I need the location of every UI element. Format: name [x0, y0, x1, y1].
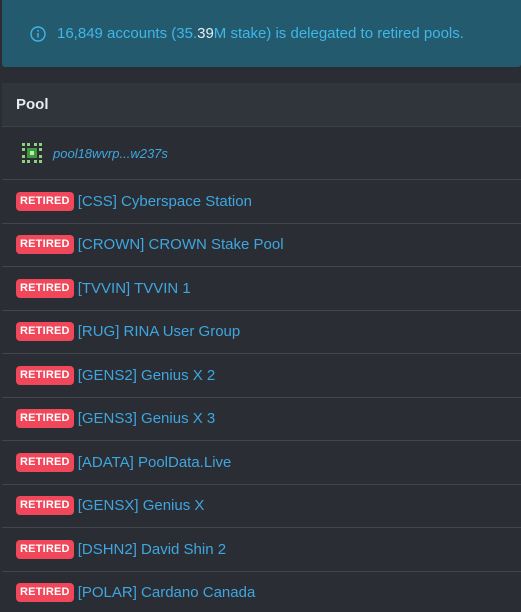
- retired-badge: RETIRED: [16, 278, 74, 298]
- alert-text-before: 16,849 accounts (35.: [57, 25, 198, 42]
- info-icon: [30, 25, 46, 42]
- page: 16,849 accounts (35.39M stake) is delega…: [0, 0, 521, 612]
- pool-name-link[interactable]: [RUG] RINA User Group: [78, 323, 241, 340]
- pool-name-link[interactable]: [GENS2] Genius X 2: [78, 367, 216, 384]
- pool-name-link[interactable]: [GENSX] Genius X: [78, 497, 205, 514]
- table-row: pool18wvrp...w237s: [2, 127, 521, 180]
- pool-name-link[interactable]: [TVVIN] TVVIN 1: [78, 280, 191, 297]
- pool-id-link[interactable]: pool18wvrp...w237s: [53, 146, 168, 161]
- alert-text-highlight: 39: [197, 25, 214, 42]
- pools-table: Pool pool18wvrp...w237s RETIRED [CSS] Cy…: [2, 83, 521, 612]
- pool-name-link[interactable]: [CROWN] CROWN Stake Pool: [78, 236, 284, 253]
- column-header-pool: Pool: [16, 96, 49, 113]
- retired-badge: RETIRED: [16, 539, 74, 559]
- pool-name-link[interactable]: [DSHN2] David Shin 2: [78, 541, 226, 558]
- alert-message: 16,849 accounts (35.39M stake) is delega…: [57, 25, 464, 42]
- retired-badge: RETIRED: [16, 235, 74, 255]
- table-row: RETIRED [DSHN2] David Shin 2: [2, 528, 521, 572]
- retired-badge: RETIRED: [16, 409, 74, 429]
- table-row: RETIRED [TVVIN] TVVIN 1: [2, 267, 521, 311]
- table-row: RETIRED [GENSX] Genius X: [2, 484, 521, 528]
- pool-name-link[interactable]: [CSS] Cyberspace Station: [78, 193, 252, 210]
- table-row: RETIRED [CSS] Cyberspace Station: [2, 180, 521, 224]
- retired-badge: RETIRED: [16, 322, 74, 342]
- pool-name-link[interactable]: [ADATA] PoolData.Live: [78, 454, 232, 471]
- table-row: RETIRED [POLAR] Cardano Canada: [2, 571, 521, 612]
- table-row: RETIRED [ADATA] PoolData.Live: [2, 441, 521, 485]
- retired-badge: RETIRED: [16, 496, 74, 516]
- alert-text-after: M stake) is delegated to retired pools.: [213, 25, 464, 42]
- pool-name-link[interactable]: [POLAR] Cardano Canada: [78, 584, 256, 601]
- retired-badge: RETIRED: [16, 583, 74, 603]
- retired-badge: RETIRED: [16, 452, 74, 472]
- info-alert: 16,849 accounts (35.39M stake) is delega…: [2, 0, 521, 67]
- pool-name-link[interactable]: [GENS3] Genius X 3: [78, 410, 216, 427]
- table-row: RETIRED [RUG] RINA User Group: [2, 310, 521, 354]
- table-row: RETIRED [CROWN] CROWN Stake Pool: [2, 223, 521, 267]
- table-row: RETIRED [GENS2] Genius X 2: [2, 354, 521, 398]
- table-row: RETIRED [GENS3] Genius X 3: [2, 397, 521, 441]
- retired-badge: RETIRED: [16, 191, 74, 211]
- retired-badge: RETIRED: [16, 365, 74, 385]
- pool-avatar-icon: [21, 142, 43, 164]
- table-header: Pool: [2, 83, 521, 127]
